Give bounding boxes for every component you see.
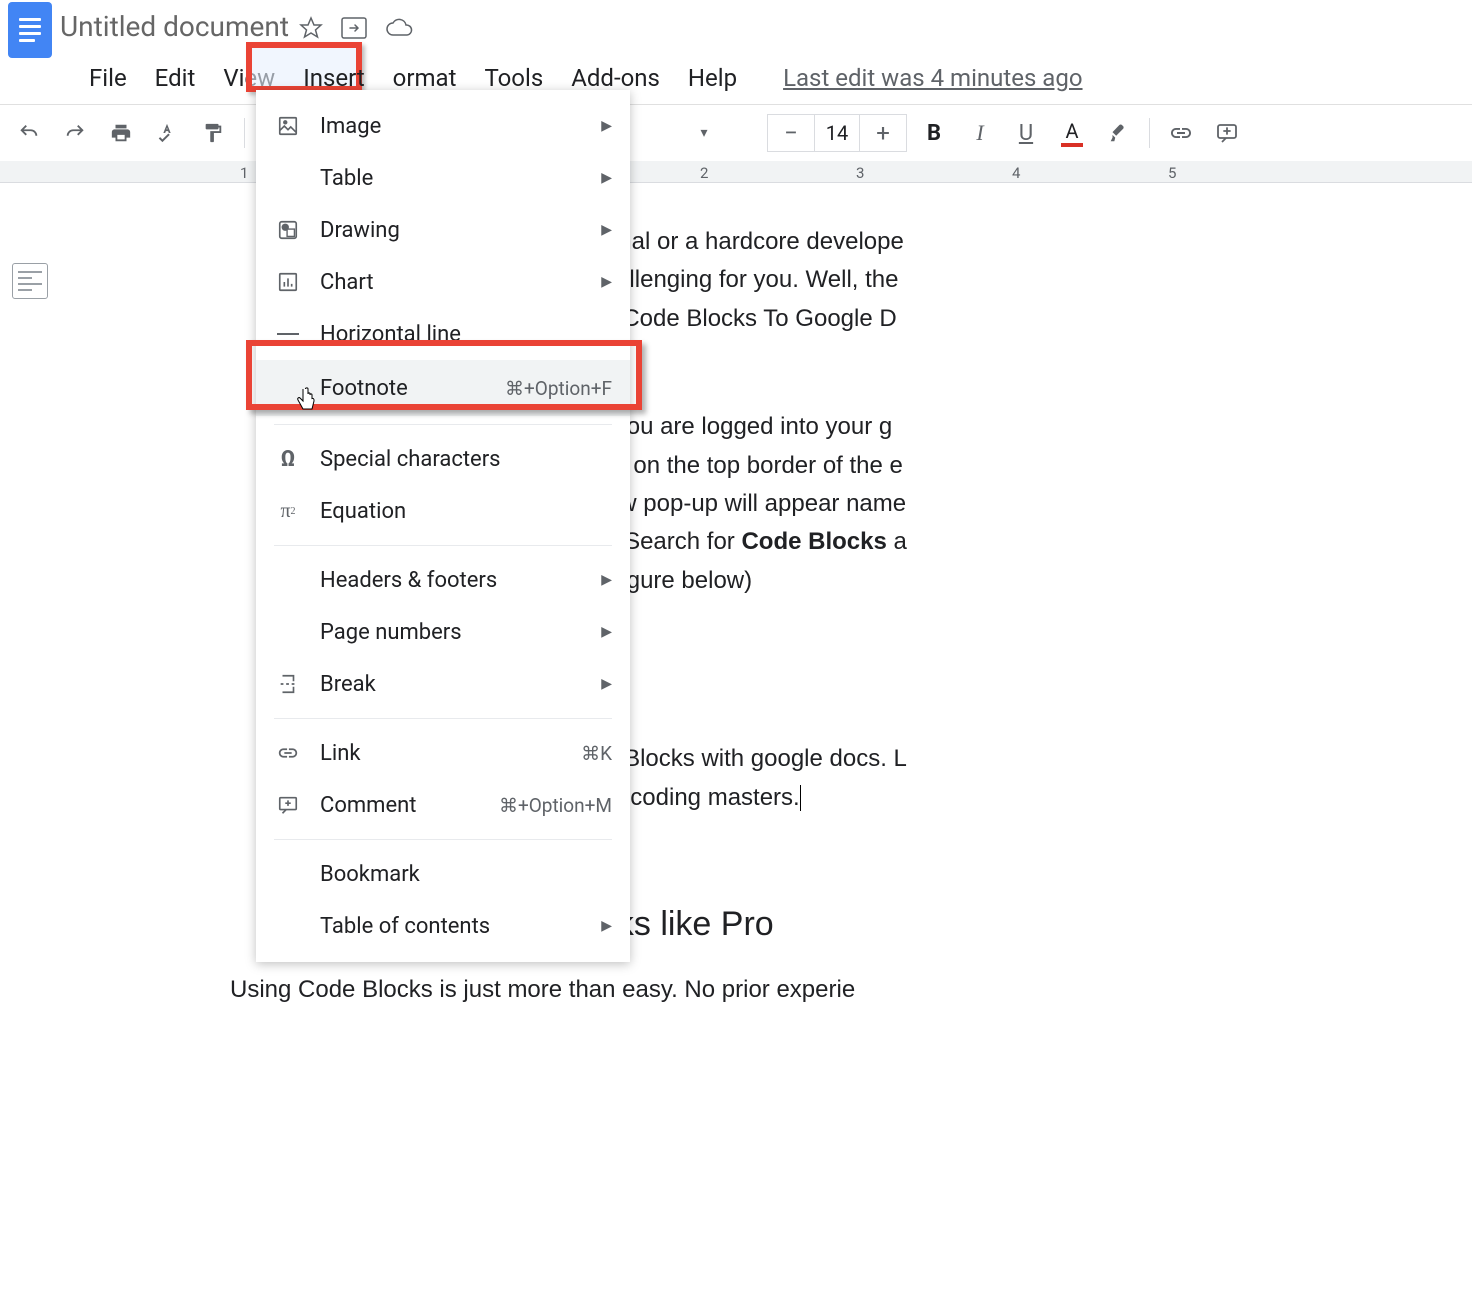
star-icon[interactable] [299,16,323,40]
outline-toggle[interactable] [12,263,48,299]
bold-button[interactable]: B [915,114,953,152]
menu-label: Drawing [320,218,601,243]
ruler-tick: 5 [1168,164,1176,182]
horizontal-line-icon [274,320,302,348]
insert-horizontal-line[interactable]: Horizontal line [256,308,630,360]
insert-comment[interactable]: Comment ⌘+Option+M [256,779,630,831]
chart-icon [274,268,302,296]
undo-button[interactable] [10,114,48,152]
text-cursor [800,785,801,811]
menu-label: Headers & footers [320,568,601,593]
add-comment-button[interactable] [1208,114,1246,152]
menu-shortcut: ⌘+Option+M [499,794,612,817]
submenu-arrow-icon: ▶ [601,170,612,186]
body-text: a [887,528,907,555]
font-size-decrease[interactable]: − [768,115,814,151]
menu-shortcut: ⌘+Option+F [505,377,612,400]
drawing-icon [274,216,302,244]
menu-edit[interactable]: Edit [141,58,210,98]
insert-bookmark[interactable]: Bookmark [256,848,630,900]
ruler-tick: 4 [1012,164,1020,182]
ruler-tick: 1 [240,164,248,182]
menu-label: Equation [320,499,612,524]
menu-label: Horizontal line [320,322,612,347]
insert-break[interactable]: Break ▶ [256,658,630,710]
redo-button[interactable] [56,114,94,152]
italic-button[interactable]: I [961,114,999,152]
menu-label: Break [320,672,601,697]
menu-label: Comment [320,793,499,818]
submenu-arrow-icon: ▶ [601,274,612,290]
insert-special-characters[interactable]: Ω Special characters [256,433,630,485]
insert-toc[interactable]: Table of contents ▶ [256,900,630,952]
insert-page-numbers[interactable]: Page numbers ▶ [256,606,630,658]
insert-link[interactable]: Link ⌘K [256,727,630,779]
menu-label: Table of contents [320,914,601,939]
insert-menu-dropdown: Image ▶ Table ▶ Drawing ▶ Chart ▶ Horizo… [256,90,630,962]
pi-icon: π2 [274,497,302,525]
insert-drawing[interactable]: Drawing ▶ [256,204,630,256]
ruler: 1 2 3 4 5 [0,161,1472,183]
style-dropdown-arrow[interactable]: ▾ [685,114,723,152]
link-icon [274,739,302,767]
hand-cursor-icon [294,386,318,414]
docs-logo[interactable] [8,2,52,58]
insert-headers-footers[interactable]: Headers & footers ▶ [256,554,630,606]
text-color-button[interactable]: A [1053,114,1091,152]
highlight-button[interactable] [1099,114,1137,152]
paint-format-button[interactable] [194,114,232,152]
font-size-increase[interactable]: + [860,115,906,151]
cloud-icon[interactable] [385,18,413,38]
insert-table[interactable]: Table ▶ [256,152,630,204]
submenu-arrow-icon: ▶ [601,118,612,134]
ruler-tick: 2 [700,164,708,182]
menu-label: Image [320,114,601,139]
ruler-tick: 3 [856,164,864,182]
submenu-arrow-icon: ▶ [601,222,612,238]
menu-label: Table [320,166,601,191]
doc-title[interactable]: Untitled document [60,8,289,43]
menubar: File Edit View Insert ormat Tools Add-on… [0,58,1472,98]
menu-label: Bookmark [320,862,612,887]
submenu-arrow-icon: ▶ [601,918,612,934]
move-icon[interactable] [341,17,367,39]
menu-label: Chart [320,270,601,295]
underline-button[interactable]: U [1007,114,1045,152]
font-size-value[interactable]: 14 [814,115,860,151]
insert-image[interactable]: Image ▶ [256,100,630,152]
body-text: Using Code Blocks is just more than easy… [230,976,855,1003]
menu-label: Special characters [320,447,612,472]
comment-icon [274,791,302,819]
last-edit-link[interactable]: Last edit was 4 minutes ago [783,64,1082,92]
image-icon [274,112,302,140]
toolbar: ▾ − 14 + B I U A [0,105,1472,161]
page-break-icon [274,670,302,698]
submenu-arrow-icon: ▶ [601,624,612,640]
menu-file[interactable]: File [75,58,141,98]
submenu-arrow-icon: ▶ [601,676,612,692]
menu-label: Link [320,741,581,766]
submenu-arrow-icon: ▶ [601,572,612,588]
insert-chart[interactable]: Chart ▶ [256,256,630,308]
menu-help[interactable]: Help [674,58,751,98]
print-button[interactable] [102,114,140,152]
body-text: Code Blocks [741,528,886,555]
omega-icon: Ω [274,445,302,473]
menu-label: Page numbers [320,620,601,645]
menu-label: Footnote [320,376,505,401]
spellcheck-button[interactable] [148,114,186,152]
insert-equation[interactable]: π2 Equation [256,485,630,537]
insert-link-button[interactable] [1162,114,1200,152]
menu-shortcut: ⌘K [581,742,612,765]
